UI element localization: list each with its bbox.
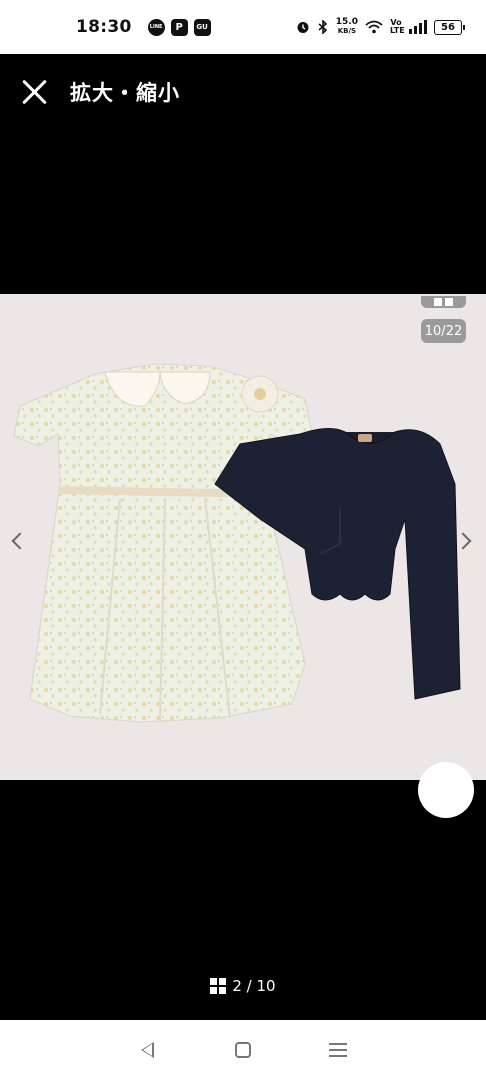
- signal-icon: [409, 20, 427, 34]
- recents-icon: [329, 1043, 348, 1057]
- page-count: 2 / 10: [232, 977, 276, 995]
- close-icon[interactable]: [18, 76, 50, 108]
- back-button[interactable]: [133, 1035, 163, 1065]
- favorite-bubble[interactable]: [418, 762, 474, 818]
- back-icon: [141, 1042, 155, 1058]
- speed-unit: KB/S: [337, 27, 357, 35]
- recents-button[interactable]: [323, 1035, 353, 1065]
- alarm-icon: [297, 22, 309, 33]
- status-time: 18:30: [76, 17, 132, 37]
- p-notification-icon: P: [170, 18, 188, 36]
- previous-arrow-icon[interactable]: [8, 530, 26, 552]
- product-photo: [13, 363, 461, 723]
- home-icon: [234, 1042, 251, 1058]
- page-title: 拡大・縮小: [70, 81, 180, 105]
- home-button[interactable]: [228, 1035, 258, 1065]
- image-counter: 10/22: [421, 319, 466, 343]
- dress-image: [13, 363, 313, 723]
- battery-icon: 56: [434, 19, 465, 35]
- gu-notification-icon: GU: [193, 18, 211, 36]
- wifi-icon: [365, 20, 383, 34]
- status-bar: 18:30 LINE P GU 15.0 KB/S Vo LTE 56: [0, 0, 486, 54]
- bluetooth-icon: [318, 20, 327, 34]
- thumbnail-tab[interactable]: [421, 296, 466, 308]
- speed-value: 15.0: [335, 17, 358, 27]
- zoomable-product-image[interactable]: [0, 294, 486, 780]
- navigation-bar: [0, 1020, 486, 1080]
- viewer-header: 拡大・縮小: [0, 54, 486, 130]
- next-arrow-icon[interactable]: [456, 530, 474, 552]
- page-indicator[interactable]: 2 / 10: [0, 974, 486, 998]
- volte-indicator: Vo LTE: [390, 18, 405, 35]
- notification-icons: LINE P GU: [147, 18, 211, 36]
- grid-icon: [210, 978, 227, 994]
- line-notification-icon: LINE: [147, 18, 165, 36]
- status-indicators: 15.0 KB/S Vo LTE 56: [296, 18, 465, 36]
- network-speed: 15.0 KB/S: [336, 18, 358, 36]
